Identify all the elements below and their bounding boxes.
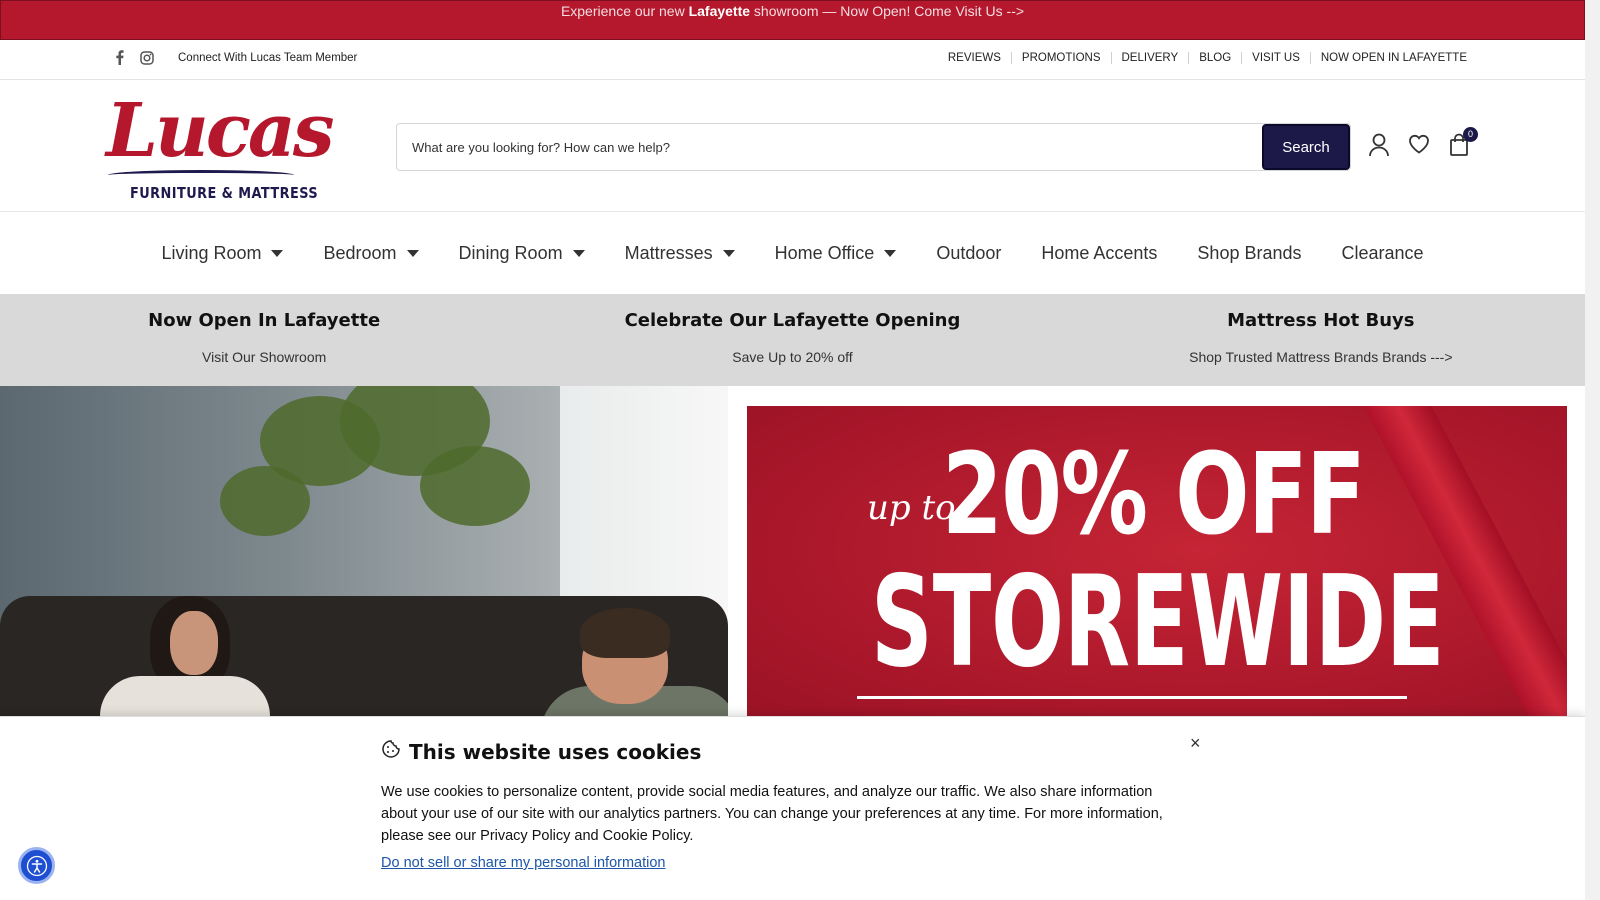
site-logo[interactable]: Lucas FURNITURE & MATTRESS [106,86,334,208]
facebook-icon[interactable] [112,50,126,69]
cookie-banner: This website uses cookies × We use cooki… [0,716,1585,900]
nav-label: Outdoor [936,242,1002,263]
hero-lifestyle-photo [0,386,728,716]
caret-down-icon [722,249,735,257]
photo-woman-face [170,611,218,675]
wishlist-heart-icon[interactable] [1408,133,1430,157]
sale-graphic: up to 20% OFF STOREWIDE [747,406,1567,716]
cookie-title-text: This website uses cookies [409,739,702,764]
nav-dining-room[interactable]: Dining Room [459,243,585,264]
social-links [112,50,154,69]
promo-title: Mattress Hot Buys [1227,310,1415,331]
cookie-icon [381,739,401,764]
announcement-text-bold: Lafayette [688,3,751,19]
cart-bag-icon[interactable]: 0 [1448,127,1478,157]
cookie-description: We use cookies to personalize content, p… [381,784,1163,844]
header-icons: 0 [1368,127,1478,157]
nav-label: Living Room [161,242,262,263]
nav-label: Dining Room [458,242,563,263]
logo-subtitle: FURNITURE & MATTRESS [130,184,319,202]
nav-home-accents[interactable]: Home Accents [1041,243,1157,264]
util-link-now-open[interactable]: NOW OPEN IN LAFAYETTE [1309,52,1477,64]
util-link-blog[interactable]: BLOG [1188,52,1241,64]
hero-sale-panel: up to 20% OFF STOREWIDE [728,386,1585,716]
search-button[interactable]: Search [1262,124,1350,170]
photo-woman-body [100,676,270,716]
util-link-promotions[interactable]: PROMOTIONS [1010,52,1111,64]
announcement-text-pre: Experience our new [560,3,689,19]
photo-plant [420,446,530,526]
nav-label: Clearance [1341,242,1424,263]
hero-banner[interactable]: up to 20% OFF STOREWIDE [0,386,1585,716]
utility-bar: Connect With Lucas Team Member REVIEWS P… [0,40,1585,80]
account-icon[interactable] [1368,133,1390,157]
connect-team-link[interactable]: Connect With Lucas Team Member [178,52,357,64]
nav-label: Shop Brands [1197,242,1302,263]
nav-shop-brands[interactable]: Shop Brands [1197,243,1301,264]
cart-count-badge: 0 [1463,127,1478,142]
sale-percent-text: 20% OFF [942,430,1366,560]
utility-links: REVIEWS PROMOTIONS DELIVERY BLOG VISIT U… [938,52,1477,64]
instagram-icon[interactable] [140,50,154,69]
nav-living-room[interactable]: Living Room [161,242,284,264]
util-link-reviews[interactable]: REVIEWS [938,52,1011,64]
promo-mattress-hot-buys[interactable]: Mattress Hot Buys Shop Trusted Mattress … [1057,294,1585,386]
search-input[interactable] [397,124,1265,170]
caret-down-icon [406,249,419,257]
photo-plant [220,466,310,536]
announcement-text-post: showroom — Now Open! Come Visit Us --> [750,3,1025,19]
promo-title: Now Open In Lafayette [148,310,381,331]
search-bar: Search [396,123,1351,171]
nav-mattresses[interactable]: Mattresses [625,243,735,264]
nav-label: Mattresses [624,242,713,263]
nav-label: Home Accents [1041,242,1158,263]
promo-subtitle: Save Up to 20% off [732,349,853,365]
sale-storewide-text: STOREWIDE [871,548,1445,695]
caret-down-icon [572,249,585,257]
util-link-delivery[interactable]: DELIVERY [1110,52,1189,64]
main-nav: Living Room Bedroom Dining Room Mattress… [0,212,1585,294]
promo-subtitle: Visit Our Showroom [202,349,327,365]
accessibility-icon[interactable] [18,847,55,884]
site-header: Lucas FURNITURE & MATTRESS Search 0 [0,80,1585,212]
nav-home-office[interactable]: Home Office [775,243,897,264]
nav-bedroom[interactable]: Bedroom [323,242,419,264]
logo-swoosh [108,170,294,180]
photo-man-hair [580,608,670,658]
cookie-title: This website uses cookies [381,739,701,764]
nav-outdoor[interactable]: Outdoor [936,243,1001,264]
promo-now-open[interactable]: Now Open In Lafayette Visit Our Showroom [0,294,528,386]
announcement-bar[interactable]: Experience our new Lafayette showroom — … [0,0,1585,40]
scrollbar-track[interactable] [1585,0,1600,900]
do-not-sell-link[interactable]: Do not sell or share my personal informa… [381,855,666,871]
nav-clearance[interactable]: Clearance [1342,243,1424,264]
promo-celebrate[interactable]: Celebrate Our Lafayette Opening Save Up … [528,294,1056,386]
close-icon[interactable]: × [1190,733,1201,754]
util-link-visit-us[interactable]: VISIT US [1241,52,1310,64]
sale-divider [857,696,1407,699]
caret-down-icon [884,249,897,257]
promo-subtitle: Shop Trusted Mattress Brands Brands ---> [1189,349,1453,365]
nav-label: Bedroom [323,242,397,263]
logo-script-text: Lucas [106,88,334,174]
promo-title: Celebrate Our Lafayette Opening [624,310,961,331]
caret-down-icon [271,249,284,257]
nav-label: Home Office [774,242,875,263]
promo-strip: Now Open In Lafayette Visit Our Showroom… [0,294,1585,386]
